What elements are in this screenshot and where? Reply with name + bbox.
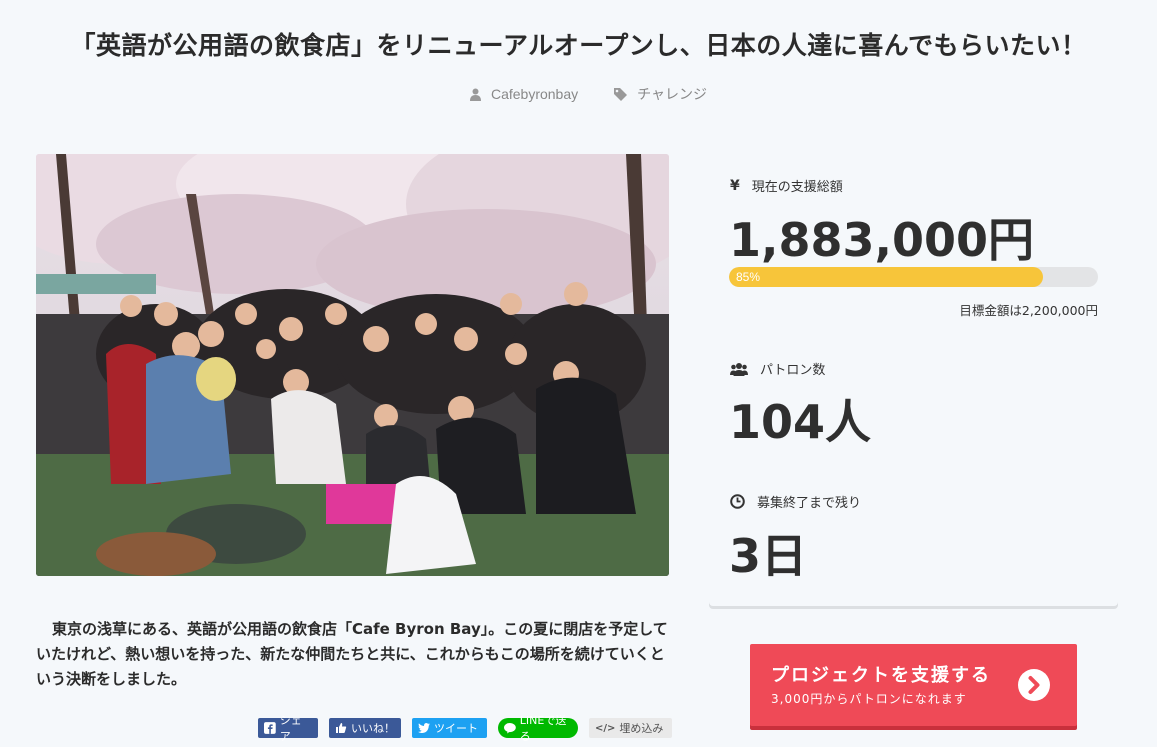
tag-icon [614, 87, 628, 101]
progress-bar: 85% [729, 267, 1098, 287]
like-label: いいね！ [351, 722, 395, 735]
project-photo [36, 154, 669, 576]
funding-stats-panel: ¥ 現在の支援総額 1,883,000円 85% 目標金額は2,200,000円… [709, 154, 1118, 606]
line-icon [504, 723, 516, 734]
project-description: 東京の浅草にある、英語が公用語の飲食店「Cafe Byron Bay」。この夏に… [36, 620, 668, 688]
twitter-icon [418, 723, 430, 733]
progress-fill: 85% [729, 267, 1043, 287]
user-icon [469, 88, 481, 101]
tweet-label: ツイート [434, 722, 478, 735]
share-buttons: シェア いいね！ ツイート LINEで送る </> 埋め込み [258, 714, 672, 743]
goal-amount: 目標金額は2,200,000円 [959, 303, 1098, 318]
support-button-label: プロジェクトを支援する [771, 665, 991, 686]
facebook-share-button[interactable]: シェア [258, 714, 318, 743]
patrons-value: 104人 [729, 395, 872, 449]
category-link[interactable]: チャレンジ [614, 84, 707, 104]
facebook-share-label: シェア [279, 714, 302, 743]
code-icon: </> [595, 722, 616, 734]
facebook-icon [264, 722, 276, 734]
group-photo-image [36, 154, 669, 576]
embed-label: 埋め込み [619, 722, 664, 735]
twitter-tweet-button[interactable]: ツイート [412, 718, 487, 738]
users-icon [730, 362, 748, 376]
amount-stat-label: ¥ 現在の支援総額 [730, 176, 843, 196]
support-project-button[interactable]: プロジェクトを支援する 3,000円からパトロンになれます [750, 644, 1077, 726]
support-button-sublabel: 3,000円からパトロンになれます [771, 692, 967, 706]
yen-icon: ¥ [730, 177, 740, 194]
amount-label: 現在の支援総額 [751, 180, 843, 195]
project-meta: Cafebyronbay チャレンジ [0, 84, 1157, 104]
category-name: チャレンジ [637, 86, 708, 102]
thumbs-up-icon [336, 723, 347, 733]
remaining-label: 募集終了まで残り [757, 496, 862, 511]
patrons-stat-label: パトロン数 [730, 359, 825, 378]
line-share-button[interactable]: LINEで送る [498, 714, 578, 743]
clock-icon [730, 494, 745, 509]
page-title: 「英語が公用語の飲食店」をリニューアルオープンし、日本の人達に喜んでもらいたい！ [70, 31, 1087, 60]
line-share-label: LINEで送る [519, 714, 567, 743]
author-link[interactable]: Cafebyronbay [469, 84, 579, 104]
chevron-right-icon [1018, 669, 1050, 701]
remaining-value: 3日 [729, 529, 808, 583]
remaining-stat-label: 募集終了まで残り [730, 492, 861, 511]
facebook-like-button[interactable]: いいね！ [329, 718, 401, 738]
author-name: Cafebyronbay [490, 86, 579, 102]
amount-value: 1,883,000円 [729, 213, 1034, 267]
patrons-label: パトロン数 [760, 363, 826, 378]
embed-button[interactable]: </> 埋め込み [589, 718, 672, 738]
